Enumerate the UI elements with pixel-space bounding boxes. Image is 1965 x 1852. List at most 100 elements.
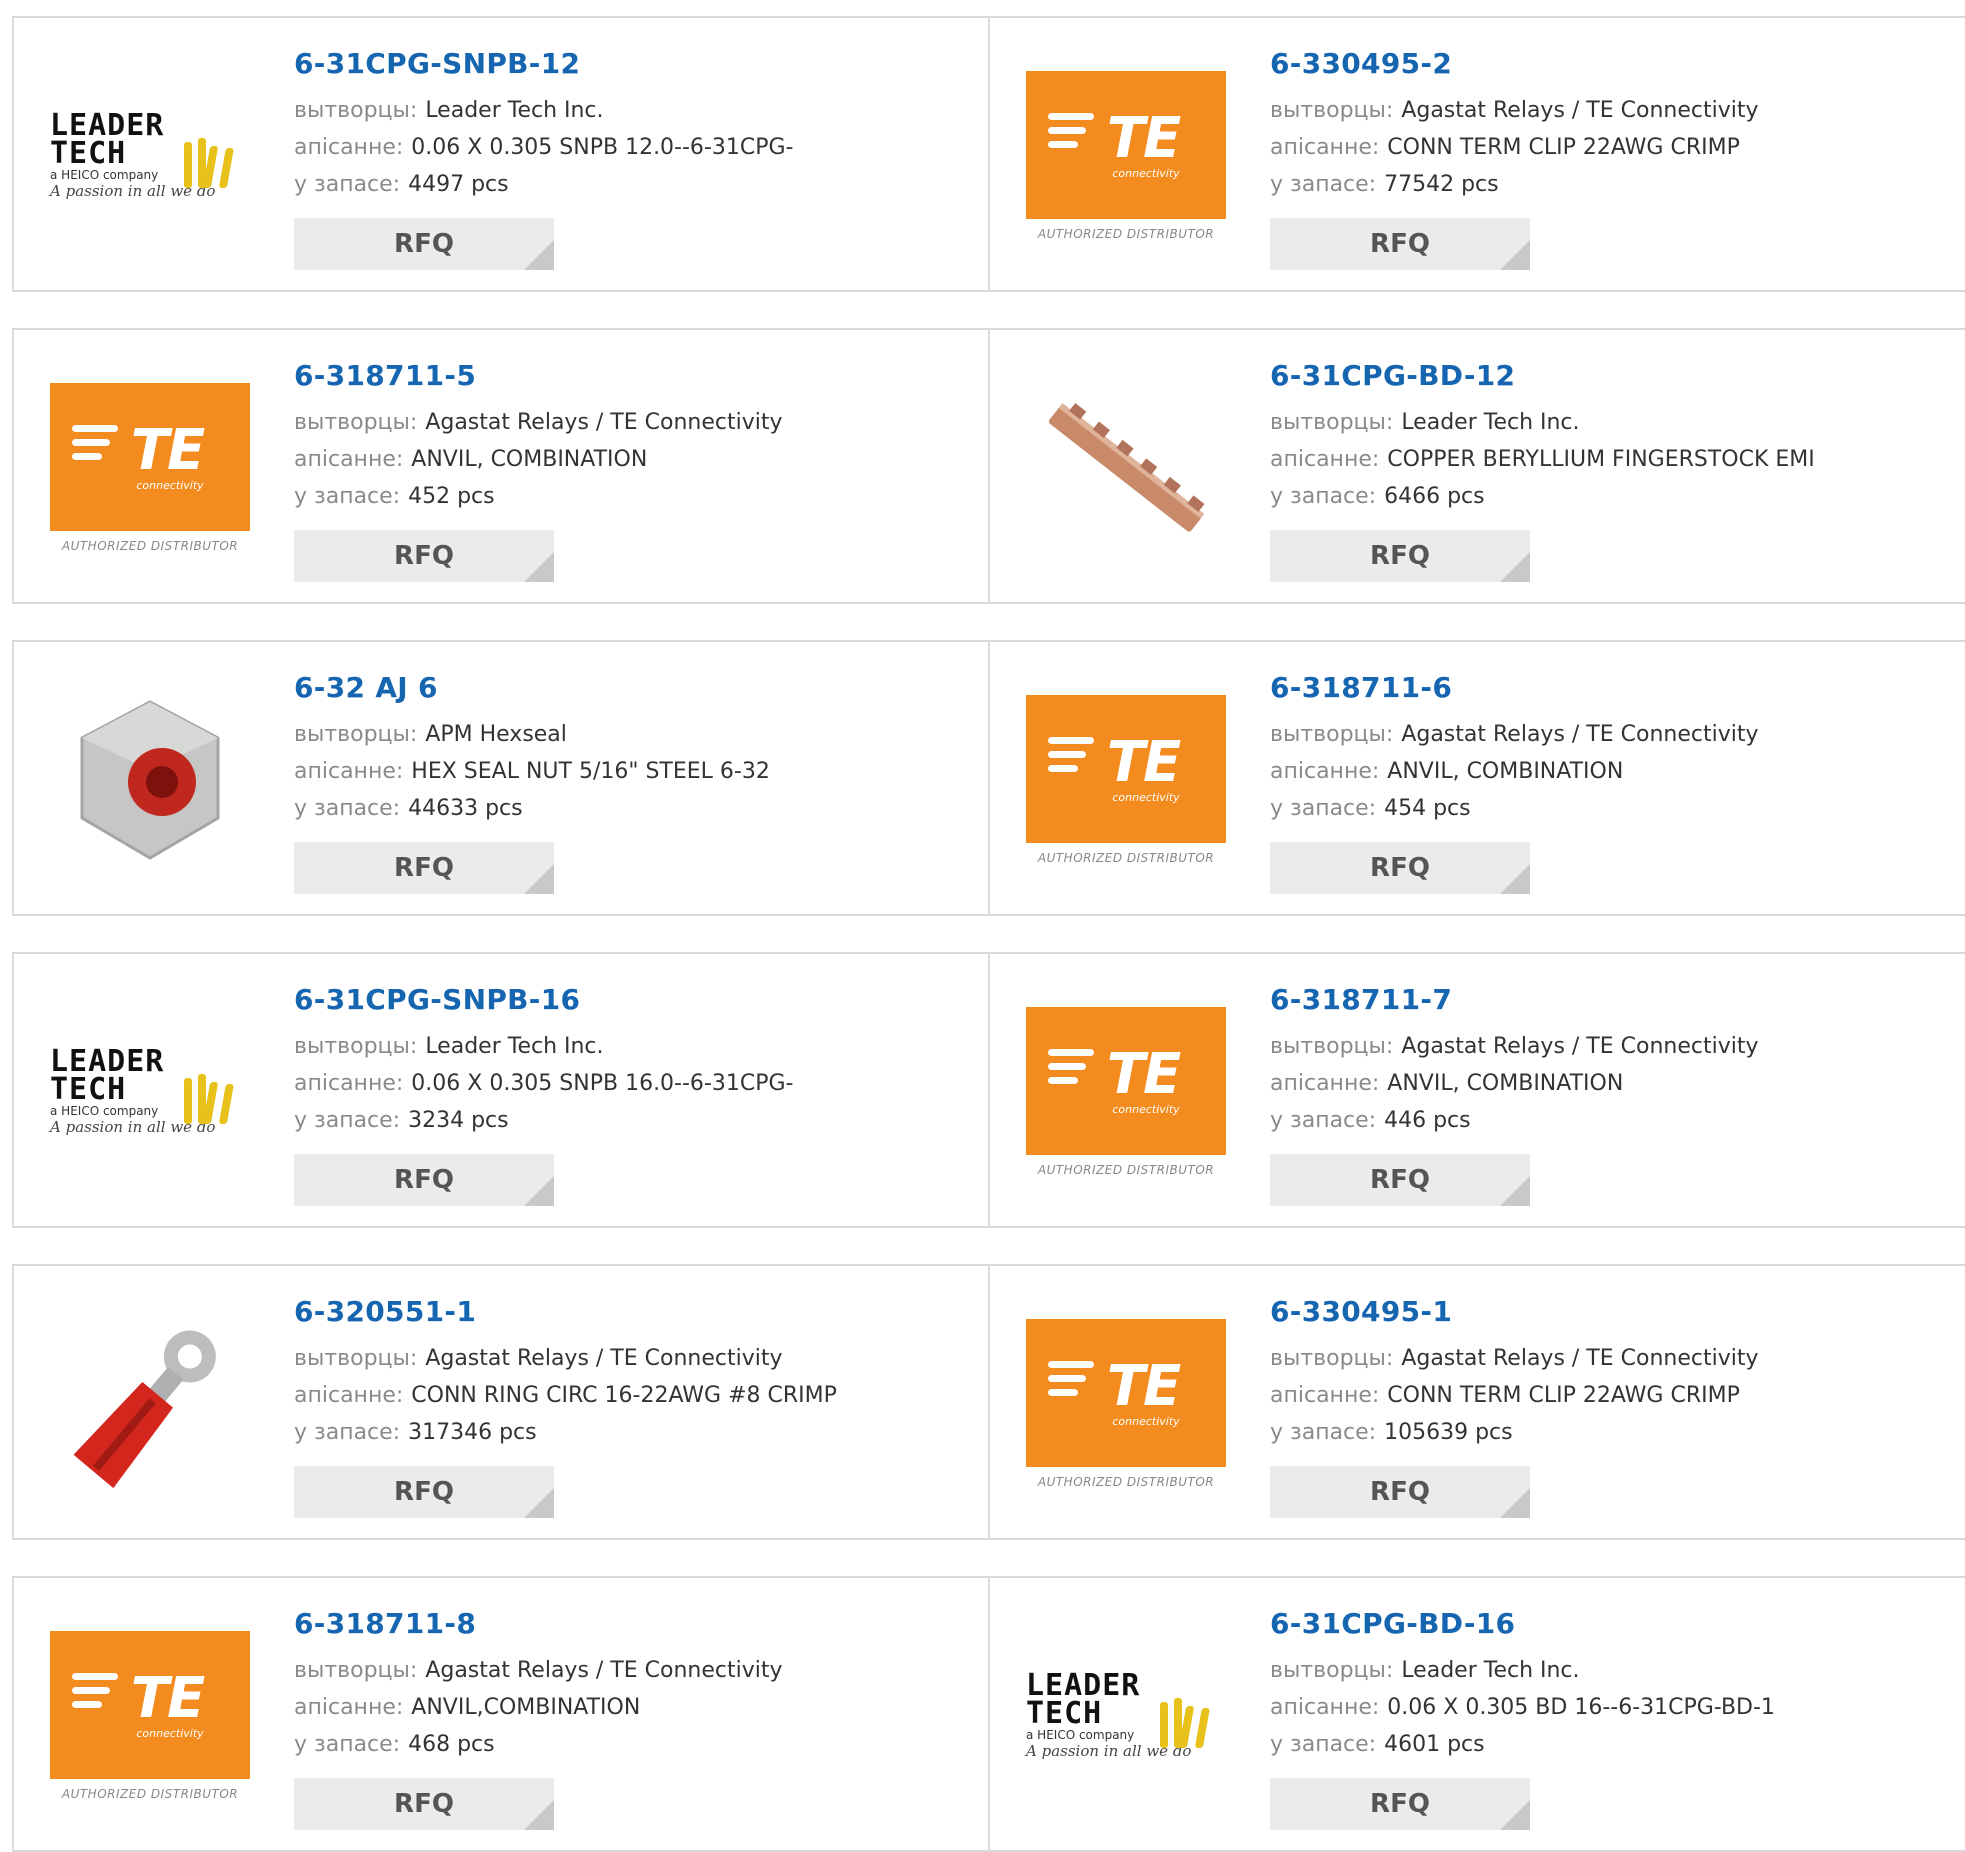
rfq-corner-icon: [524, 240, 554, 270]
part-number-link[interactable]: 6-318711-5: [294, 358, 968, 394]
product-thumbnail[interactable]: LEADER TECH a HEICO company A passion in…: [1026, 1616, 1226, 1816]
manufacturer-label: вытворцы:: [294, 410, 418, 435]
product-card: TE connectivity AUTHORIZED DISTRIBUTOR 6…: [12, 1578, 990, 1850]
te-authorized-text: AUTHORIZED DISTRIBUTOR: [61, 1787, 239, 1801]
manufacturer-row: вытворцы: Agastat Relays / TE Connectivit…: [1270, 1340, 1945, 1377]
part-number-link[interactable]: 6-330495-1: [1270, 1294, 1945, 1330]
stock-value: 317346 pcs: [408, 1420, 537, 1445]
manufacturer-row: вытворцы: Leader Tech Inc.: [294, 92, 968, 129]
description-value: ANVIL, COMBINATION: [1387, 759, 1624, 784]
product-thumbnail[interactable]: TE connectivity AUTHORIZED DISTRIBUTOR: [1026, 56, 1226, 256]
description-label: апісанне:: [1270, 447, 1380, 472]
manufacturer-value: Leader Tech Inc.: [1401, 1658, 1580, 1683]
rfq-button[interactable]: RFQ: [294, 1778, 554, 1830]
stock-row: у запасе: 44633 pcs: [294, 790, 968, 827]
product-row: TE connectivity AUTHORIZED DISTRIBUTOR 6…: [12, 328, 1965, 604]
rfq-button[interactable]: RFQ: [1270, 1154, 1530, 1206]
stock-label: у запасе:: [1270, 1420, 1377, 1445]
manufacturer-value: APM Hexseal: [425, 722, 567, 747]
manufacturer-label: вытворцы:: [294, 98, 418, 123]
product-thumbnail[interactable]: LEADER TECH a HEICO company A passion in…: [50, 56, 250, 256]
description-row: апісанне: ANVIL, COMBINATION: [294, 441, 968, 478]
te-authorized-text: AUTHORIZED DISTRIBUTOR: [1037, 1163, 1215, 1177]
product-thumbnail[interactable]: LEADER TECH a HEICO company A passion in…: [50, 992, 250, 1192]
product-thumbnail[interactable]: [50, 1304, 250, 1504]
part-number-link[interactable]: 6-318711-6: [1270, 670, 1945, 706]
part-number-link[interactable]: 6-31CPG-BD-12: [1270, 358, 1945, 394]
rfq-label: RFQ: [394, 229, 454, 259]
leader-tech-logo-image[interactable]: LEADER TECH a HEICO company A passion in…: [50, 1047, 250, 1136]
rfq-button[interactable]: RFQ: [1270, 842, 1530, 894]
description-value: ANVIL, COMBINATION: [1387, 1071, 1624, 1096]
part-number-link[interactable]: 6-318711-8: [294, 1606, 968, 1642]
product-info: 6-330495-2 вытворцы: Agastat Relays / TE C…: [1270, 46, 1945, 203]
part-number-link[interactable]: 6-32 AJ 6: [294, 670, 968, 706]
rfq-button[interactable]: RFQ: [294, 842, 554, 894]
product-thumbnail[interactable]: TE connectivity AUTHORIZED DISTRIBUTOR: [1026, 992, 1226, 1192]
manufacturer-label: вытворцы:: [294, 1034, 418, 1059]
rfq-button[interactable]: RFQ: [1270, 530, 1530, 582]
fingerstock-photo[interactable]: [1026, 368, 1226, 568]
description-label: апісанне:: [294, 1383, 404, 1408]
product-card: LEADER TECH a HEICO company A passion in…: [12, 18, 990, 290]
leader-tech-logo-image[interactable]: LEADER TECH a HEICO company A passion in…: [50, 111, 250, 200]
part-number-link[interactable]: 6-318711-7: [1270, 982, 1945, 1018]
rfq-button[interactable]: RFQ: [1270, 218, 1530, 270]
part-number-link[interactable]: 6-330495-2: [1270, 46, 1945, 82]
stock-value: 77542 pcs: [1384, 172, 1499, 197]
part-number-link[interactable]: 6-31CPG-SNPB-12: [294, 46, 968, 82]
ring-terminal-photo[interactable]: [50, 1304, 250, 1504]
leader-stripes-icon: [184, 1074, 234, 1124]
rfq-button[interactable]: RFQ: [1270, 1466, 1530, 1518]
manufacturer-row: вытворцы: Agastat Relays / TE Connectivit…: [294, 1340, 968, 1377]
te-mark: TE: [1106, 105, 1181, 171]
te-logo-image[interactable]: TE connectivity AUTHORIZED DISTRIBUTOR: [50, 1631, 250, 1801]
rfq-button[interactable]: RFQ: [1270, 1778, 1530, 1830]
rfq-label: RFQ: [394, 1165, 454, 1195]
te-logo-image[interactable]: TE connectivity AUTHORIZED DISTRIBUTOR: [1026, 1319, 1226, 1489]
description-row: апісанне: HEX SEAL NUT 5/16" STEEL 6-32: [294, 753, 968, 790]
manufacturer-label: вытворцы:: [1270, 1346, 1394, 1371]
product-thumbnail[interactable]: TE connectivity AUTHORIZED DISTRIBUTOR: [50, 368, 250, 568]
part-number-link[interactable]: 6-31CPG-BD-16: [1270, 1606, 1945, 1642]
rfq-button[interactable]: RFQ: [294, 1466, 554, 1518]
stock-label: у запасе:: [1270, 796, 1377, 821]
hex-nut-photo[interactable]: [50, 680, 250, 880]
rfq-label: RFQ: [394, 1477, 454, 1507]
te-mark: TE: [1106, 729, 1181, 795]
te-logo-image[interactable]: TE connectivity AUTHORIZED DISTRIBUTOR: [50, 383, 250, 553]
stock-value: 468 pcs: [408, 1732, 495, 1757]
te-authorized-text: AUTHORIZED DISTRIBUTOR: [1037, 851, 1215, 865]
part-number-link[interactable]: 6-31CPG-SNPB-16: [294, 982, 968, 1018]
description-value: ANVIL, COMBINATION: [411, 447, 648, 472]
te-subtitle: connectivity: [136, 478, 204, 492]
te-bars-icon: [1048, 1361, 1094, 1403]
product-info: 6-330495-1 вытворцы: Agastat Relays / TE C…: [1270, 1294, 1945, 1451]
rfq-button[interactable]: RFQ: [294, 218, 554, 270]
leader-tech-logo-image[interactable]: LEADER TECH a HEICO company A passion in…: [1026, 1671, 1226, 1760]
product-card: 6-320551-1 вытворцы: Agastat Relays / TE C…: [12, 1266, 990, 1538]
te-logo-image[interactable]: TE connectivity AUTHORIZED DISTRIBUTOR: [1026, 71, 1226, 241]
stock-label: у запасе:: [1270, 484, 1377, 509]
manufacturer-value: Agastat Relays / TE Connectivity: [1401, 1034, 1759, 1059]
product-thumbnail[interactable]: TE connectivity AUTHORIZED DISTRIBUTOR: [50, 1616, 250, 1816]
rfq-button[interactable]: RFQ: [294, 1154, 554, 1206]
te-logo-image[interactable]: TE connectivity AUTHORIZED DISTRIBUTOR: [1026, 695, 1226, 865]
te-logo-image[interactable]: TE connectivity AUTHORIZED DISTRIBUTOR: [1026, 1007, 1226, 1177]
rfq-label: RFQ: [394, 541, 454, 571]
rfq-corner-icon: [524, 552, 554, 582]
product-thumbnail[interactable]: TE connectivity AUTHORIZED DISTRIBUTOR: [1026, 680, 1226, 880]
manufacturer-value: Agastat Relays / TE Connectivity: [1401, 98, 1759, 123]
stock-row: у запасе: 454 pcs: [1270, 790, 1945, 827]
product-thumbnail[interactable]: TE connectivity AUTHORIZED DISTRIBUTOR: [1026, 1304, 1226, 1504]
part-number-link[interactable]: 6-320551-1: [294, 1294, 968, 1330]
stock-label: у запасе:: [294, 1732, 401, 1757]
rfq-button[interactable]: RFQ: [294, 530, 554, 582]
rfq-corner-icon: [1500, 864, 1530, 894]
te-subtitle: connectivity: [1112, 1414, 1180, 1428]
stock-row: у запасе: 317346 pcs: [294, 1414, 968, 1451]
description-row: апісанне: ANVIL, COMBINATION: [1270, 1065, 1945, 1102]
product-info: 6-318711-8 вытворцы: Agastat Relays / TE C…: [294, 1606, 968, 1763]
product-thumbnail[interactable]: [50, 680, 250, 880]
product-thumbnail[interactable]: [1026, 368, 1226, 568]
